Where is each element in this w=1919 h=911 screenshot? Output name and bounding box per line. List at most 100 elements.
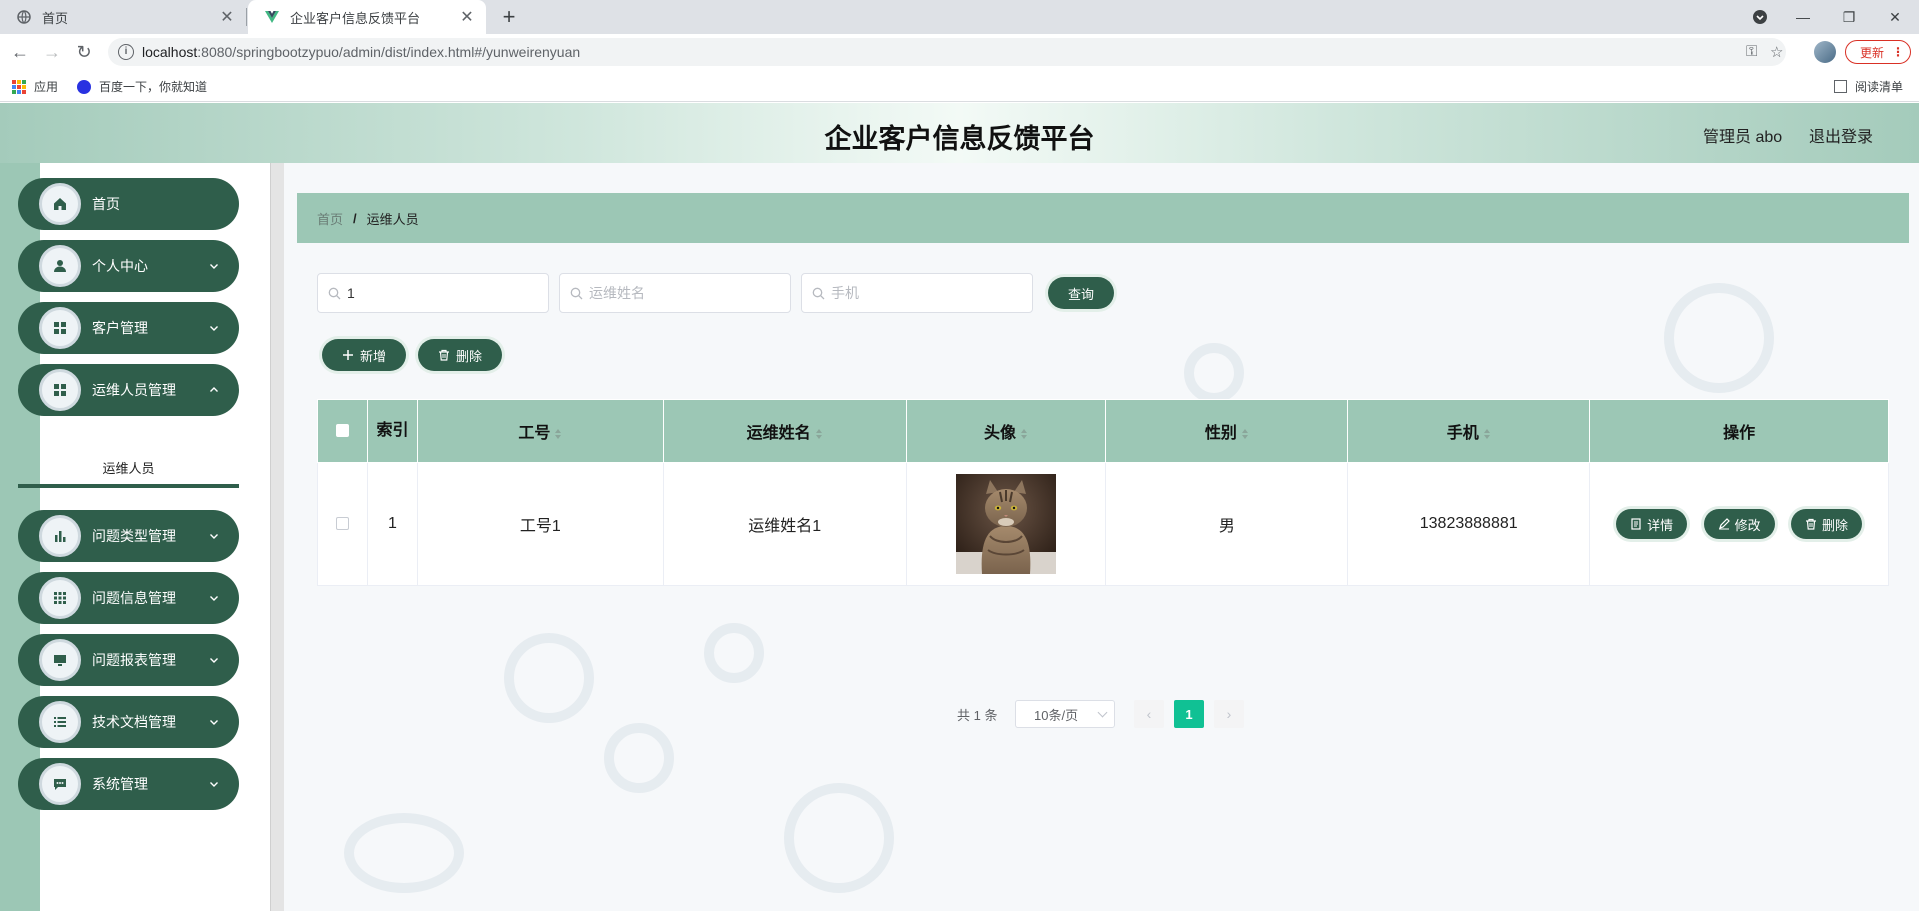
batch-delete-button[interactable]: 删除 xyxy=(418,339,502,371)
sidebar-subitem-ops-staff[interactable]: 运维人员 xyxy=(18,454,239,488)
prev-page-button[interactable]: ‹ xyxy=(1134,700,1164,728)
table-header-row: 索引 工号 运维姓名 头像 性别 手机 操作 xyxy=(317,399,1889,463)
chevron-down-icon xyxy=(210,720,218,725)
pagination-total: 共 1 条 xyxy=(957,707,998,723)
column-phone[interactable]: 手机 xyxy=(1347,399,1591,463)
browser-tab-home[interactable]: 首页 ✕ xyxy=(0,0,246,34)
chevron-up-icon xyxy=(210,387,218,392)
trash-icon xyxy=(438,349,449,361)
search-icon xyxy=(328,287,341,299)
cell-job-no: 工号1 xyxy=(416,462,664,586)
row-checkbox[interactable] xyxy=(335,517,349,531)
url-text[interactable]: localhost:8080/springbootzypuo/admin/dis… xyxy=(142,44,580,60)
sidebar-item-issue-report-management[interactable]: 问题报表管理 xyxy=(18,634,239,686)
detail-button[interactable]: 详情 xyxy=(1616,509,1688,539)
document-icon xyxy=(1631,518,1641,530)
add-button[interactable]: 新增 xyxy=(322,339,406,371)
chevron-down-icon xyxy=(1097,707,1108,718)
column-ops-name[interactable]: 运维姓名 xyxy=(662,399,907,463)
phone-search-field[interactable] xyxy=(801,273,1033,313)
cell-avatar xyxy=(905,462,1107,586)
baidu-paw-icon xyxy=(77,79,91,94)
reading-list[interactable]: 阅读清单 xyxy=(1834,78,1903,95)
chevron-down-icon xyxy=(210,782,218,787)
job-no-input[interactable] xyxy=(347,285,537,301)
chevron-down-icon xyxy=(210,326,218,331)
sidebar-item-label: 系统管理 xyxy=(92,776,148,792)
background-decoration xyxy=(704,623,764,683)
bookmarks-bar: 应用 百度一下，你就知道 阅读清单 xyxy=(0,70,1919,102)
select-all-header[interactable] xyxy=(317,399,368,463)
tab-search-icon[interactable] xyxy=(1737,0,1783,34)
page-number-current[interactable]: 1 xyxy=(1174,700,1204,728)
column-avatar[interactable]: 头像 xyxy=(905,399,1107,463)
breadcrumb-home-link[interactable]: 首页 xyxy=(317,209,343,228)
profile-avatar[interactable] xyxy=(1814,41,1836,63)
query-button[interactable]: 查询 xyxy=(1048,277,1114,309)
row-delete-button[interactable]: 删除 xyxy=(1791,509,1863,539)
sidebar-item-system-management[interactable]: 系统管理 xyxy=(18,758,239,810)
sort-icon[interactable] xyxy=(1021,428,1028,439)
logout-link[interactable]: 退出登录 xyxy=(1809,123,1873,147)
edit-button[interactable]: 修改 xyxy=(1703,509,1775,539)
window-close-icon[interactable]: ✕ xyxy=(1872,0,1918,34)
sidebar-item-issue-info-management[interactable]: 问题信息管理 xyxy=(18,572,239,624)
sort-icon[interactable] xyxy=(1483,428,1491,439)
apps-grid-icon xyxy=(12,79,26,94)
page-size-select[interactable]: 10条/页 xyxy=(1015,700,1115,728)
sidebar-item-home[interactable]: 首页 xyxy=(18,178,239,230)
sidebar-item-personal-center[interactable]: 个人中心 xyxy=(18,240,239,292)
back-arrow-icon[interactable]: ← xyxy=(6,38,34,66)
chat-icon xyxy=(39,763,81,805)
update-button[interactable]: 更新 ⋮ xyxy=(1845,40,1911,64)
job-no-search-field[interactable] xyxy=(317,273,549,313)
reload-icon[interactable]: ↻ xyxy=(70,38,98,66)
bar-chart-icon xyxy=(39,515,81,557)
close-icon[interactable]: ✕ xyxy=(456,7,478,27)
update-label: 更新 xyxy=(1860,45,1885,60)
key-icon[interactable]: ⚿ xyxy=(1746,43,1757,60)
background-decoration xyxy=(344,813,464,893)
breadcrumb-current: 运维人员 xyxy=(366,211,419,227)
chevron-down-icon xyxy=(210,264,218,269)
star-bookmark-icon[interactable]: ☆ xyxy=(1770,43,1783,61)
address-omnibox[interactable]: i localhost:8080/springbootzypuo/admin/d… xyxy=(108,38,1786,66)
dots-grid-icon xyxy=(39,577,81,619)
column-index: 索引 xyxy=(366,399,418,463)
next-page-button[interactable]: › xyxy=(1214,700,1244,728)
sidebar-item-ops-staff-management[interactable]: 运维人员管理 xyxy=(18,364,239,416)
restore-icon[interactable]: ❐ xyxy=(1826,0,1872,34)
sidebar-item-label: 问题报表管理 xyxy=(92,652,176,668)
column-job-no[interactable]: 工号 xyxy=(416,399,664,463)
list-icon xyxy=(39,701,81,743)
home-icon xyxy=(39,183,81,225)
sort-icon[interactable] xyxy=(815,428,823,439)
site-info-icon[interactable]: i xyxy=(118,44,134,60)
edit-button-label: 修改 xyxy=(1734,517,1761,533)
user-icon xyxy=(39,245,81,287)
select-all-checkbox[interactable] xyxy=(335,424,349,438)
phone-input[interactable] xyxy=(831,285,1021,301)
bookmark-apps[interactable]: 应用 xyxy=(12,78,58,95)
minimize-icon[interactable]: — xyxy=(1780,0,1826,34)
sidebar-item-label: 客户管理 xyxy=(92,320,148,336)
browser-tab-title: 首页 xyxy=(42,10,69,26)
sort-icon[interactable] xyxy=(1241,428,1249,439)
grid-icon xyxy=(39,307,81,349)
sidebar-item-customer-management[interactable]: 客户管理 xyxy=(18,302,239,354)
new-tab-button[interactable]: + xyxy=(496,4,522,30)
browser-tab-active[interactable]: 企业客户信息反馈平台 ✕ xyxy=(248,0,486,34)
sidebar-item-issue-type-management[interactable]: 问题类型管理 xyxy=(18,510,239,562)
sidebar-item-tech-doc-management[interactable]: 技术文档管理 xyxy=(18,696,239,748)
column-gender[interactable]: 性别 xyxy=(1105,399,1349,463)
row-select-cell[interactable] xyxy=(317,462,368,586)
bookmark-baidu[interactable]: 百度一下，你就知道 xyxy=(77,78,207,95)
forward-arrow-icon[interactable]: → xyxy=(38,38,66,66)
bookmark-label: 应用 xyxy=(34,80,59,94)
ops-name-input[interactable] xyxy=(589,285,779,301)
close-icon[interactable]: ✕ xyxy=(216,7,238,27)
app-header: 企业客户信息反馈平台 管理员 abo 退出登录 xyxy=(0,103,1919,163)
ops-name-search-field[interactable] xyxy=(559,273,791,313)
chevron-left-icon: ‹ xyxy=(1146,706,1152,722)
sort-icon[interactable] xyxy=(555,428,562,439)
